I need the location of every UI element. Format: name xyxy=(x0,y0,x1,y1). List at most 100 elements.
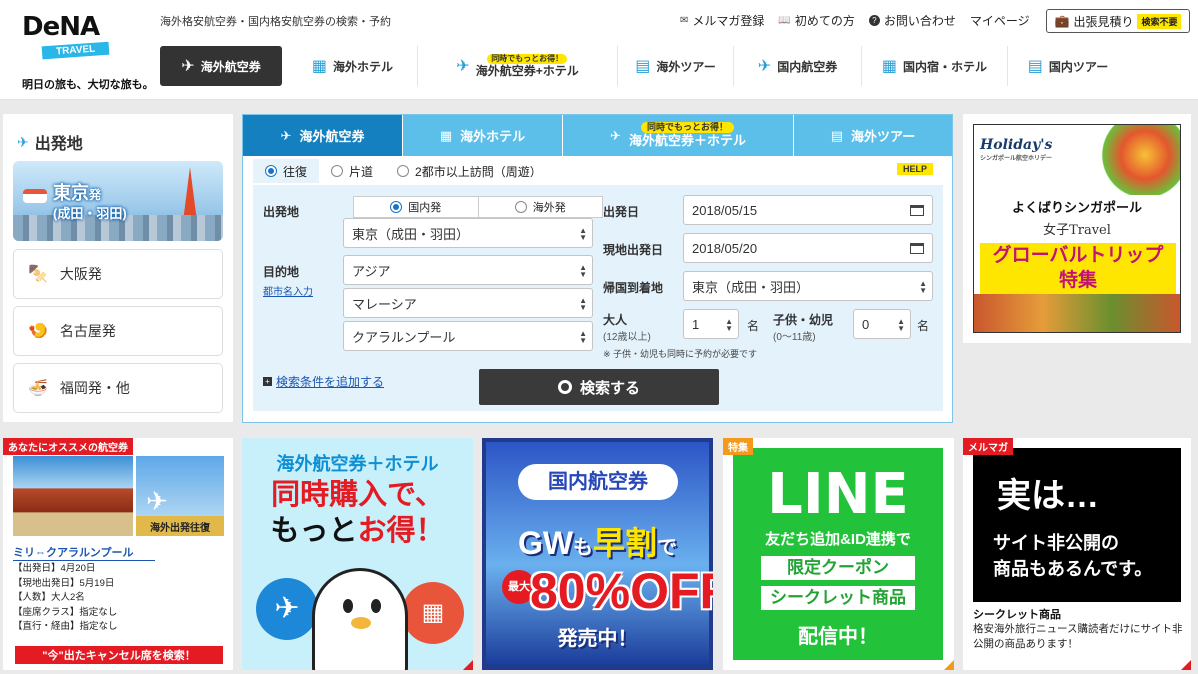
first-time-link[interactable]: 📖 初めての方 xyxy=(778,12,854,29)
business-trip-button[interactable]: 💼 出張見積り 検索不要 xyxy=(1046,9,1190,33)
child-label: 子供・幼児 (0〜11歳) xyxy=(773,313,834,343)
mail-icon: ✉ xyxy=(680,15,689,26)
line-campaign-banner[interactable]: LINE 友だち追加&ID連携で 限定クーポン シークレット商品 配信中！ 特集 xyxy=(723,438,954,670)
temple-image xyxy=(13,456,133,536)
suitcase-icon: ▤ xyxy=(1027,58,1043,75)
nav-domestic-hotels[interactable]: ▦ 国内宿・ホテル xyxy=(862,46,1008,86)
search-button[interactable]: 検索する xyxy=(479,369,719,405)
origin-toggle: 国内発 海外発 xyxy=(353,196,603,218)
select-arrows-icon: ▲ ▼ xyxy=(579,329,587,345)
search-box: ✈ 海外航空券 ▦ 海外ホテル ✈ 同時でもっとお得！ 海外航空券＋ホテル ▤ 海外ツアー… xyxy=(242,114,953,423)
select-arrows-icon: ▲ ▼ xyxy=(579,296,587,312)
global-nav: ✈ 海外航空券 ▦ 海外ホテル ✈ 同時でもっとお得！ 海外航空券+ホテル ▤ 海外ツアー… xyxy=(160,46,1128,86)
takoyaki-icon: 🍢 xyxy=(28,266,48,283)
recommended-flight-card[interactable]: あなたにオススメの航空券 ✈ 海外出発往復 ミリ⇔クアラルンプール 【出発日】4… xyxy=(3,438,233,670)
origin-overseas[interactable]: 海外発 xyxy=(477,197,603,217)
departure-panel: ✈ 出発地 東京発 (成田・羽田) 🍢 大阪発 🍤 名古屋発 🍜 福岡発・他 xyxy=(3,114,233,422)
departure-tokyo[interactable]: 東京発 (成田・羽田) xyxy=(13,161,223,241)
origin-select[interactable]: 東京（成田・羽田） ▲ ▼ xyxy=(343,218,593,248)
airplane-hotel-icon: ✈ xyxy=(456,58,470,75)
logo-sub: TRAVEL xyxy=(41,41,110,60)
mypage-link[interactable]: マイページ xyxy=(970,12,1030,29)
food-image xyxy=(974,294,1180,332)
search-form: 出発地 国内発 海外発 東京（成田・羽田） ▲ ▼ 目的地 都市名入力 アジア ▲ ▼ … xyxy=(253,185,943,411)
add-condition-link[interactable]: + 検索条件を追加する xyxy=(263,373,384,390)
trip-multicity[interactable]: 2都市以上訪問（周遊） xyxy=(385,159,554,183)
search-tabs: ✈ 海外航空券 ▦ 海外ホテル ✈ 同時でもっとお得！ 海外航空券＋ホテル ▤ 海外ツアー xyxy=(243,115,952,156)
departure-osaka[interactable]: 🍢 大阪発 xyxy=(13,249,223,299)
depart-date-input[interactable]: 2018/05/15 xyxy=(683,195,933,225)
dena-travel-logo[interactable]: DeNA TRAVEL xyxy=(22,12,142,60)
return-select[interactable]: 東京（成田・羽田） ▲ ▼ xyxy=(683,271,933,301)
radio-button xyxy=(514,201,527,213)
no-search-badge: 検索不要 xyxy=(1137,13,1182,29)
trip-type-selector: 往復 片道 2都市以上訪問（周遊） HELP xyxy=(253,159,943,183)
nav-domestic-tours[interactable]: ▤ 国内ツアー xyxy=(1008,46,1128,86)
suitcase-icon: ▤ xyxy=(830,127,844,143)
suitcase-icon: ▤ xyxy=(635,58,651,75)
return-label: 帰国到着地 xyxy=(603,281,664,295)
newsletter-banner[interactable]: 実は… サイト非公開の 商品もあるんです。 メルマガ シークレット商品 格安海外旅… xyxy=(963,438,1191,670)
corner-marker xyxy=(1181,660,1191,670)
airplane-icon: ✈ xyxy=(280,127,292,143)
tab-overseas-hotels[interactable]: ▦ 海外ホテル xyxy=(403,115,563,156)
flight-details: 【出発日】4月20日 【現地出発日】5月19日 【人数】大人2名 【座席クラス】… xyxy=(13,563,118,632)
trip-round[interactable]: 往復 xyxy=(253,159,320,183)
tab-flight-hotel[interactable]: ✈ 同時でもっとお得！ 海外航空券＋ホテル xyxy=(563,115,794,156)
departure-nagoya[interactable]: 🍤 名古屋発 xyxy=(13,306,223,356)
adult-count-select[interactable]: 1 ▲ ▼ xyxy=(683,309,739,339)
nav-domestic-flights[interactable]: ✈ 国内航空券 xyxy=(734,46,862,86)
ad-headline: グローバルトリップ 特集 xyxy=(980,243,1176,295)
help-button[interactable]: HELP xyxy=(896,163,933,175)
city-input-link[interactable]: 都市名入力 xyxy=(263,283,313,298)
contact-link[interactable]: ? お問い合わせ xyxy=(868,12,956,29)
sushi-icon xyxy=(23,189,47,203)
origin-domestic[interactable]: 国内発 xyxy=(354,197,478,217)
search-icon xyxy=(557,380,572,394)
destination-region-select[interactable]: アジア ▲ ▼ xyxy=(343,255,593,285)
hotel-icon: ▦ xyxy=(439,127,453,143)
newsletter-link[interactable]: ✉ メルマガ登録 xyxy=(680,12,764,29)
nav-flight-hotel[interactable]: ✈ 同時でもっとお得！ 海外航空券+ホテル xyxy=(418,46,618,86)
book-icon: 📖 xyxy=(778,15,791,26)
destination-city-select[interactable]: クアラルンプール ▲ ▼ xyxy=(343,321,593,351)
airplane-icon: ✈ xyxy=(146,486,168,516)
question-icon: ? xyxy=(868,15,880,26)
domestic-flight-banner[interactable]: 国内航空券 GWも早割で 最大 80%OFF 発売中！ xyxy=(482,438,713,670)
mascot-bird xyxy=(312,568,408,670)
nav-overseas-hotels[interactable]: ▦ 海外ホテル xyxy=(288,46,418,86)
tagline: 明日の旅も、大切な旅も。 xyxy=(22,79,154,91)
tab-overseas-tours[interactable]: ▤ 海外ツアー xyxy=(794,115,952,156)
radio-button xyxy=(390,201,403,213)
card-label: あなたにオススメの航空券 xyxy=(3,438,133,455)
corner-marker xyxy=(944,660,954,670)
cancel-seat-search-button[interactable]: "今"出たキャンセル席を検索！ xyxy=(15,646,223,664)
radio-button xyxy=(265,165,277,177)
nav-overseas-flights[interactable]: ✈ 海外航空券 xyxy=(160,46,282,86)
site-description: 海外格安航空券・国内格安航空券の検索・予約 xyxy=(160,16,391,28)
flight-hotel-banner[interactable]: 海外航空券＋ホテル 同時購入で、 もっとお得！ ✈ ▦ xyxy=(242,438,473,670)
top-links: ✉ メルマガ登録 📖 初めての方 ? お問い合わせ マイページ xyxy=(680,12,1044,29)
tab-overseas-flights[interactable]: ✈ 海外航空券 xyxy=(243,115,403,156)
ad-image: Holiday's シンガポール航空ホリデー よくばりシンガポール 女子Trave… xyxy=(973,124,1181,333)
decorative-pattern xyxy=(1100,125,1180,195)
child-count-select[interactable]: 0 ▲ ▼ xyxy=(853,309,911,339)
select-arrows-icon: ▲ ▼ xyxy=(919,279,927,295)
departure-fukuoka[interactable]: 🍜 福岡発・他 xyxy=(13,363,223,413)
briefcase-icon: 💼 xyxy=(1054,14,1070,28)
route-link[interactable]: ミリ⇔クアラルンプール xyxy=(13,544,155,561)
airplane-icon: ✈ xyxy=(256,578,318,640)
corner-marker xyxy=(463,660,473,670)
child-note: ※ 子供・幼児も同時に予約が必要です xyxy=(603,349,758,359)
depart-date-label: 出発日 xyxy=(603,205,640,219)
destination-country-select[interactable]: マレーシア ▲ ▼ xyxy=(343,288,593,318)
ramen-icon: 🍜 xyxy=(28,380,48,397)
trip-oneway[interactable]: 片道 xyxy=(319,159,385,183)
nav-overseas-tours[interactable]: ▤ 海外ツアー xyxy=(618,46,734,86)
departure-title: ✈ 出発地 xyxy=(17,133,83,154)
calendar-icon xyxy=(910,243,924,254)
local-depart-label: 現地出発日 xyxy=(603,243,664,257)
local-depart-date-input[interactable]: 2018/05/20 xyxy=(683,233,933,263)
select-arrows-icon: ▲ ▼ xyxy=(897,317,905,333)
singapore-ad-banner[interactable]: Holiday's シンガポール航空ホリデー よくばりシンガポール 女子Trave… xyxy=(963,114,1191,343)
